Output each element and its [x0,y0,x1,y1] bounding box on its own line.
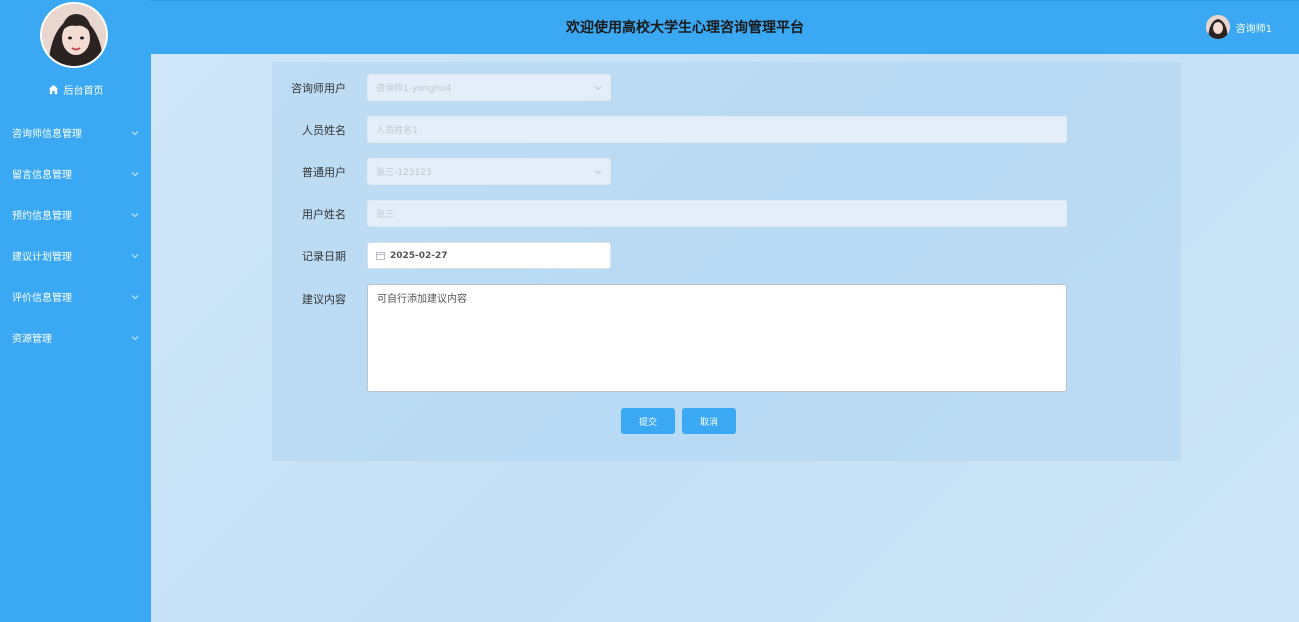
chevron-down-icon [131,130,139,135]
sidebar: 后台首页 咨询师信息管理 留言信息管理 预约信息管理 建议计划管理 评价信息管理… [0,0,151,622]
calendar-icon [376,252,385,260]
sidebar-item-counselor-info[interactable]: 咨询师信息管理 [0,112,151,153]
sidebar-item-suggestion-plan[interactable]: 建议计划管理 [0,235,151,276]
form-row-user-name: 用户姓名 张三 [272,200,1067,227]
form-row-record-date: 记录日期 2025-02-27 [272,242,611,269]
form-label: 咨询师用户 [291,81,346,95]
chevron-down-icon [131,335,139,340]
submit-button[interactable]: 提交 [621,408,675,434]
counselor-user-select: 咨询师1-yonghu4 [367,74,611,101]
home-icon [48,84,58,94]
sidebar-item-label: 资源管理 [12,334,52,345]
chevron-down-icon [131,294,139,299]
sidebar-item-resource[interactable]: 资源管理 [0,317,151,358]
form-row-staff-name: 人员姓名 人员姓名1 [272,116,1067,143]
username: 咨询师1 [1235,23,1272,35]
form-label: 用户姓名 [302,207,346,221]
chevron-down-icon [131,171,139,176]
date-value: 2025-02-27 [390,250,448,261]
home-label: 后台首页 [63,85,104,97]
form-panel: 咨询师用户 咨询师1-yonghu4 人员姓名 人员姓名1 普通用户 张三-12… [272,62,1181,461]
top-header: 欢迎使用高校大学生心理咨询管理平台 咨询师1 [151,0,1299,54]
input-value: 张三 [376,210,395,220]
main-content: 咨询师用户 咨询师1-yonghu4 人员姓名 人员姓名1 普通用户 张三-12… [151,54,1299,622]
cancel-button[interactable]: 取消 [682,408,736,434]
chevron-down-icon [131,212,139,217]
sidebar-item-label: 建议计划管理 [12,252,72,263]
sidebar-item-appointment-info[interactable]: 预约信息管理 [0,194,151,235]
suggestion-textarea[interactable]: 可自行添加建议内容 [367,284,1067,392]
sidebar-menu: 咨询师信息管理 留言信息管理 预约信息管理 建议计划管理 评价信息管理 资源管理 [0,112,151,358]
normal-user-select: 张三-123123 [367,158,611,185]
sidebar-item-message-info[interactable]: 留言信息管理 [0,153,151,194]
sidebar-home-link[interactable]: 后台首页 [0,80,151,98]
chevron-down-icon [131,253,139,258]
sidebar-item-review-info[interactable]: 评价信息管理 [0,276,151,317]
sidebar-item-label: 留言信息管理 [12,170,72,181]
sidebar-avatar [40,2,108,68]
user-name-input: 张三 [367,200,1067,227]
sidebar-item-label: 咨询师信息管理 [12,129,82,140]
form-row-counselor-user: 咨询师用户 咨询师1-yonghu4 [272,74,611,101]
form-row-suggestion: 建议内容 可自行添加建议内容 [272,284,1067,392]
form-label: 建议内容 [302,293,346,306]
form-label: 普通用户 [302,165,346,179]
form-label: 人员姓名 [302,123,346,137]
input-value: 人员姓名1 [376,126,418,136]
chevron-down-icon [594,85,602,90]
form-label: 记录日期 [302,249,346,263]
select-value: 咨询师1-yonghu4 [376,84,452,94]
page-title: 欢迎使用高校大学生心理咨询管理平台 [566,20,804,36]
staff-name-input: 人员姓名1 [367,116,1067,143]
user-menu[interactable]: 咨询师1 [1205,15,1272,39]
sidebar-item-label: 评价信息管理 [12,293,72,304]
chevron-down-icon [594,169,602,174]
form-row-normal-user: 普通用户 张三-123123 [272,158,611,185]
select-value: 张三-123123 [376,168,432,178]
sidebar-item-label: 预约信息管理 [12,211,72,222]
avatar [1205,15,1230,39]
textarea-value: 可自行添加建议内容 [377,294,467,305]
record-date-picker[interactable]: 2025-02-27 [367,242,611,269]
